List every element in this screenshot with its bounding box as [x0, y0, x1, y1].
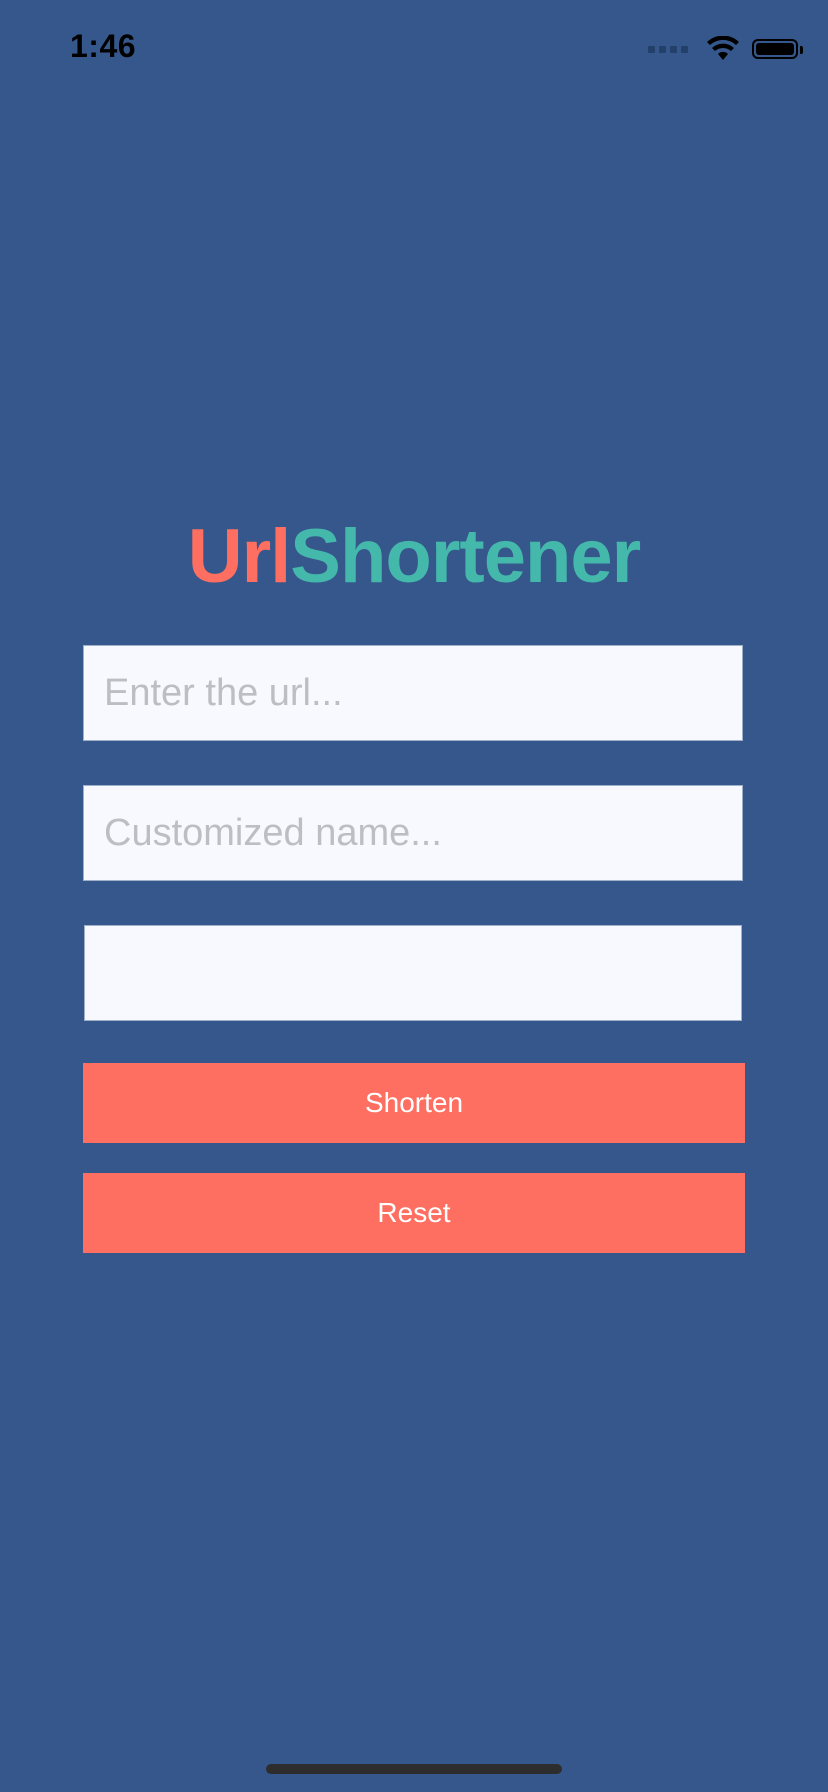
app-title: UrlShortener: [0, 512, 828, 602]
shortened-url-field[interactable]: [84, 925, 742, 1021]
status-icons: [648, 36, 803, 62]
home-indicator[interactable]: [266, 1764, 562, 1774]
reset-button[interactable]: Reset: [83, 1173, 745, 1253]
battery-icon: [752, 39, 803, 59]
wifi-icon: [707, 36, 739, 60]
status-bar: 1:46: [0, 0, 828, 100]
app-title-shortener: Shortener: [290, 514, 641, 599]
app-title-url: Url: [187, 514, 292, 599]
url-input[interactable]: [83, 645, 743, 741]
customized-name-input[interactable]: [83, 785, 743, 881]
cellular-signal-icon: [648, 45, 688, 53]
status-time: 1:46: [70, 28, 137, 64]
shorten-button[interactable]: Shorten: [83, 1063, 745, 1143]
